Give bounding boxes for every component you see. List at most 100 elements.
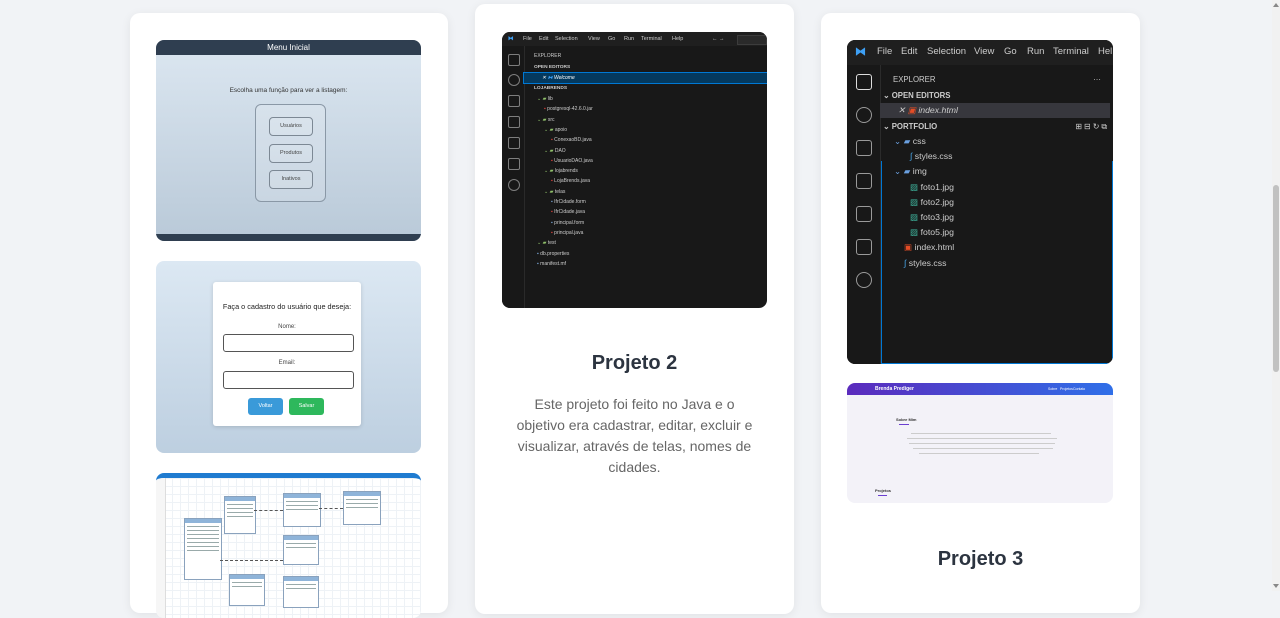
tree-item-label: img <box>912 166 927 177</box>
salvar-button: Salvar <box>289 398 324 415</box>
menu-edit: Edit <box>901 46 918 57</box>
open-editor-item: ✕ ▣ index.html <box>880 103 1110 118</box>
tree-folder: ⌄ ▰ css <box>880 134 1113 149</box>
tree-item-label: manifest.mf <box>540 260 567 267</box>
tree-folder: ⌄ ▰ lib <box>524 94 767 104</box>
menu-go: Go <box>1004 46 1017 57</box>
site-nav-sobre: Sobre <box>1048 387 1058 391</box>
scroll-up-icon[interactable] <box>1273 3 1279 7</box>
nome-field <box>223 334 354 352</box>
project-header: ⌄ PORTFOLIO ⊞ ⊟ ↻ ⧉ <box>880 119 1113 134</box>
site-section-title: Sobre Mim <box>896 417 917 422</box>
text-line <box>911 433 1051 434</box>
diagram-relation <box>319 508 343 509</box>
tree-folder: ⌄ ▰ test <box>524 238 767 248</box>
project-title: Projeto 3 <box>937 548 1024 570</box>
section-underline <box>899 424 909 425</box>
tree-file: ▪ principal.java <box>524 228 767 238</box>
diagram-table <box>283 493 321 527</box>
live-share-icon <box>508 179 520 191</box>
site-brand: Brenda Prediger <box>875 386 914 392</box>
tree-file: ▨ foto5.jpg <box>880 225 1113 240</box>
diagram-table <box>184 518 222 580</box>
tree-file: ▪ UsuarioDAO.java <box>524 156 767 166</box>
tree-item-label: styles.css <box>914 151 953 162</box>
explorer-icon <box>856 74 872 90</box>
activity-bar <box>847 65 881 364</box>
remote-explorer-icon <box>508 158 520 170</box>
folder-icon: ⌄ ▰ <box>894 136 913 146</box>
text-line <box>919 453 1039 454</box>
tree-item-label: telas <box>554 188 566 195</box>
diagram-relation <box>254 510 283 511</box>
tree-file: ▨ foto2.jpg <box>880 195 1113 210</box>
tree-item-label: LojaBrends.java <box>554 178 591 185</box>
tree-file: ▪ principal.form <box>524 218 767 228</box>
tree-file: ▣ index.html <box>880 240 1113 255</box>
tree-item-label: foto5.jpg <box>920 227 954 238</box>
menu-go: Go <box>608 36 616 42</box>
diagram-table <box>224 496 256 534</box>
vscode-logo-icon: ⧓ <box>855 46 866 58</box>
tree-item-label: lojabrends <box>554 168 578 175</box>
tree-item-label: src <box>547 116 555 123</box>
html-file-icon: ▣ <box>904 242 915 253</box>
project-card-1: Menu Inicial Escolha uma função para ver… <box>130 13 448 618</box>
menu-help: Help <box>672 36 684 42</box>
search-box <box>737 35 767 45</box>
explorer-title: EXPLORER <box>534 53 562 59</box>
tree-item-label: lib <box>547 96 553 102</box>
portfolio-site-screenshot: Brenda Prediger Sobre Projetos Contato S… <box>847 383 1113 503</box>
menu-selection: Selection <box>927 46 967 57</box>
folder-icon: ⌄ ▰ <box>537 96 548 102</box>
menu-header: Menu Inicial <box>156 40 421 55</box>
remote-explorer-icon <box>856 239 872 255</box>
menu-view: View <box>588 36 600 42</box>
text-line <box>907 438 1057 439</box>
tree-file: ▪ IfrCidade.java <box>524 207 767 217</box>
image-file-icon: ▨ <box>910 227 921 238</box>
menu-inativos-button: Inativos <box>269 170 313 189</box>
folder-icon: ⌄ ▰ <box>544 168 555 175</box>
vscode-screenshot-java: ⧓ File Edit Selection View Go Run Termin… <box>502 32 767 308</box>
explorer-icon <box>508 54 520 66</box>
scroll-down-icon[interactable] <box>1273 584 1279 588</box>
scrollbar-thumb[interactable] <box>1273 185 1279 372</box>
vscode-logo-icon: ⧓ <box>508 36 514 42</box>
cadastro-title: Faça o cadastro do usuário que deseja: <box>222 302 352 311</box>
tree-item-label: IfrCidade.form <box>554 199 586 205</box>
menu-terminal: Terminal <box>1053 46 1089 57</box>
folder-icon: ⌄ ▰ <box>537 240 548 247</box>
menu-run: Run <box>1027 46 1045 57</box>
tree-file: ∫ styles.css <box>880 149 1113 164</box>
tree-item-label: apoio <box>554 126 568 133</box>
site-projects-title: Projetos <box>875 488 892 493</box>
menu-help: Hel <box>1098 46 1113 57</box>
site-nav-contato: Contato <box>1073 387 1086 391</box>
menu-view: View <box>974 46 995 57</box>
site-nav-projetos: Projetos <box>1060 387 1073 391</box>
menu-produtos-button: Produtos <box>269 144 313 163</box>
diagram-table <box>343 491 381 525</box>
run-debug-icon <box>508 116 520 128</box>
tree-item-label: foto2.jpg <box>920 196 954 207</box>
menu-screenshot: Menu Inicial Escolha uma função para ver… <box>156 40 421 241</box>
project-description: Este projeto foi feito no Java e o objet… <box>516 396 753 475</box>
folder-icon: ⌄ ▰ <box>544 147 555 154</box>
tree-folder: ⌄ ▰ img <box>880 164 1113 179</box>
tree-item-label: ConexaoBD.java <box>554 137 592 144</box>
open-editors-header: OPEN EDITORS <box>534 65 571 70</box>
search-icon <box>856 107 872 123</box>
explorer-actions-icon: ⊞ ⊟ ↻ ⧉ <box>1075 122 1107 131</box>
menu-file: File <box>877 46 893 57</box>
menu-usuarios-button: Usuários <box>269 117 313 136</box>
email-label: Email: <box>278 360 296 366</box>
nav-arrows-icon: ← → <box>712 36 725 42</box>
diagram-relation <box>220 560 283 561</box>
tree-item-label: DAO <box>554 147 566 154</box>
explorer-title: EXPLORER ··· <box>880 72 1113 87</box>
activity-bar <box>502 46 525 308</box>
page-scrollbar[interactable] <box>1272 0 1280 591</box>
vscode-screenshot-portfolio: ⧓ File Edit Selection View Go Run Termin… <box>847 40 1113 364</box>
tree-file: ▪ postgresql-42.6.0.jar <box>524 104 767 114</box>
